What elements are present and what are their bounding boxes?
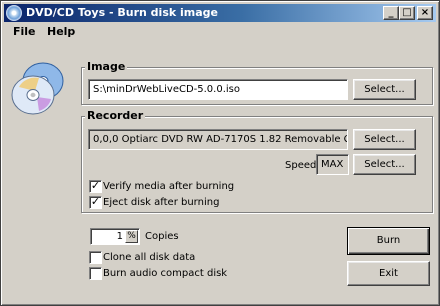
image-path-field[interactable]: S:\minDrWebLiveCD-5.0.0.iso xyxy=(88,79,348,100)
image-select-button[interactable]: Select... xyxy=(353,79,416,100)
speed-label: Speed xyxy=(285,160,317,171)
close-button[interactable]: × xyxy=(417,6,433,20)
burn-button[interactable]: Burn xyxy=(347,227,430,255)
recorder-select-button[interactable]: Select... xyxy=(353,129,416,150)
verify-label: Verify media after burning xyxy=(103,181,235,192)
recorder-device-field[interactable]: 0,0,0 Optiarc DVD RW AD-7170S 1.82 Remov… xyxy=(88,129,348,150)
title-bar[interactable]: DVD/CD Toys - Burn disk image _ □ × xyxy=(4,4,436,22)
cd-stack-icon xyxy=(11,62,64,115)
maximize-button[interactable]: □ xyxy=(399,6,415,20)
burn-disk-image-window: DVD/CD Toys - Burn disk image _ □ × File… xyxy=(0,0,440,306)
menu-bar: File Help xyxy=(4,23,436,41)
copies-spin-icon[interactable]: % xyxy=(125,230,138,243)
window-title: DVD/CD Toys - Burn disk image xyxy=(26,6,218,19)
copies-value: 1 xyxy=(116,231,123,242)
clone-checkbox[interactable] xyxy=(89,251,102,264)
recorder-group-label: Recorder xyxy=(85,109,146,122)
disc-icon xyxy=(6,5,22,21)
copies-label: Copies xyxy=(145,231,179,242)
audio-checkbox[interactable] xyxy=(89,267,102,280)
verify-checkbox[interactable]: ✓ xyxy=(89,180,102,193)
clone-label: Clone all disk data xyxy=(103,252,196,263)
speed-select-button[interactable]: Select... xyxy=(353,154,416,175)
eject-checkbox[interactable]: ✓ xyxy=(89,196,102,209)
minimize-button[interactable]: _ xyxy=(383,6,399,20)
eject-label: Eject disk after burning xyxy=(103,197,220,208)
speed-field[interactable]: MAX xyxy=(316,154,349,175)
exit-button[interactable]: Exit xyxy=(347,261,430,286)
image-group-label: Image xyxy=(85,60,128,73)
audio-label: Burn audio compact disk xyxy=(103,268,228,279)
copies-spinbox[interactable]: 1 % xyxy=(90,228,140,245)
menu-help[interactable]: Help xyxy=(47,25,75,38)
menu-file[interactable]: File xyxy=(13,25,36,38)
